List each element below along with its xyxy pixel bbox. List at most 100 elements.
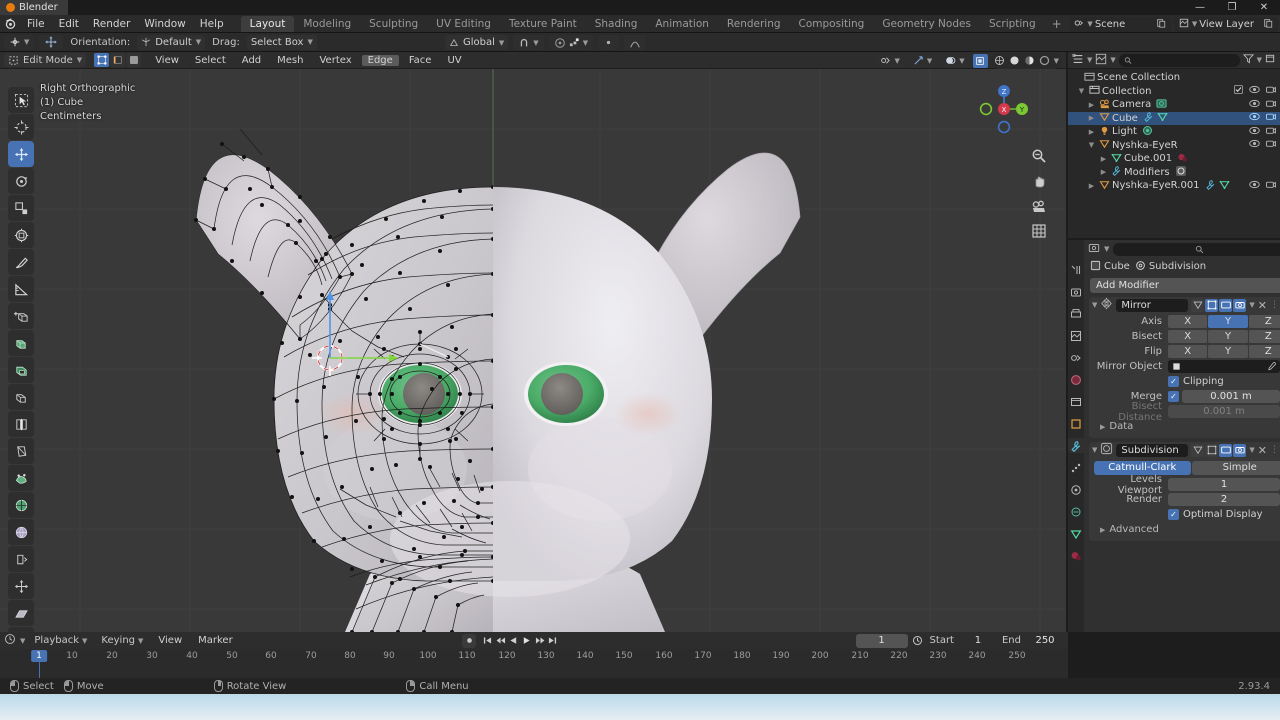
orientation-dropdown[interactable]: Default ▼ (137, 34, 206, 50)
tab-collection[interactable] (1068, 394, 1084, 409)
subdivision-on-cage-toggle[interactable] (1191, 443, 1205, 457)
move-tool-button[interactable] (8, 141, 34, 167)
mirror-clipping-checkbox[interactable]: ✓ (1168, 376, 1179, 387)
menu-window[interactable]: Window (137, 15, 192, 33)
playback-dropdown[interactable]: Playback ▼ (29, 634, 92, 648)
subdivision-delete-icon[interactable]: ✕ (1258, 444, 1267, 457)
overlays-toggle-button[interactable]: ▼ (940, 53, 970, 68)
maximize-button[interactable]: ❐ (1216, 0, 1248, 15)
edge-select-mode-button[interactable] (110, 53, 126, 67)
tab-constraints[interactable] (1068, 504, 1084, 519)
shrink-fatten-tool-button[interactable] (8, 573, 34, 599)
workspace-tab-geometry-nodes[interactable]: Geometry Nodes (873, 16, 980, 32)
menu-render[interactable]: Render (86, 15, 137, 33)
modifiers-disclosure-triangle[interactable]: ▶ (1098, 168, 1109, 176)
nyshka-eyer-001-camera-icon[interactable] (1266, 180, 1276, 192)
tab-output[interactable] (1068, 306, 1084, 321)
interaction-mode-dropdown[interactable]: Edit Mode ▼ (4, 53, 87, 67)
timeline-ruler[interactable]: 10 20 30 40 50 60 70 80 90 100 110 120 1… (0, 649, 1068, 678)
loop-cut-tool-button[interactable] (8, 411, 34, 437)
tab-scene[interactable] (1068, 350, 1084, 365)
prev-keyframe-icon[interactable] (495, 634, 506, 648)
workspace-tab-shading[interactable]: Shading (586, 16, 647, 32)
mirror-modifier-header[interactable]: ▼ Mirror ▼ ✕ ⋮ (1089, 297, 1280, 313)
nyshka-eyer-camera-icon[interactable] (1266, 139, 1276, 151)
workspace-tab-rendering[interactable]: Rendering (718, 16, 790, 32)
mirror-realtime-toggle[interactable] (1219, 298, 1233, 312)
mirror-drag-handle[interactable]: ⋮⋮ (1270, 300, 1280, 310)
play-icon[interactable] (521, 634, 532, 648)
auto-keying-button[interactable] (462, 633, 476, 648)
subdivision-render-field[interactable]: 2 (1168, 493, 1280, 506)
outliner-row-nyshka-eyer[interactable]: ▼ Nyshka-EyeR (1068, 139, 1280, 153)
mirror-mod-icon[interactable] (1175, 165, 1187, 180)
falloff-curve-icon[interactable] (624, 35, 647, 50)
subdivision-modifier-header[interactable]: ▼ Subdivision ▼ ✕ ⋮ (1089, 442, 1280, 458)
outliner-row-collection[interactable]: ▼ Collection (1068, 85, 1280, 99)
mirror-modifier-name-field[interactable]: Mirror (1116, 298, 1189, 312)
workspace-tab-modeling[interactable]: Modeling (294, 16, 360, 32)
mirror-flip-z[interactable]: Z (1248, 345, 1280, 358)
material-icon[interactable] (1177, 152, 1188, 166)
filter-icon[interactable] (1242, 53, 1254, 67)
subdivision-modifier-name-field[interactable]: Subdivision (1116, 443, 1189, 457)
modifier-icon[interactable] (1143, 111, 1154, 125)
timeline-editor-type-icon[interactable] (4, 633, 16, 648)
mirror-bisect-y[interactable]: Y (1208, 330, 1248, 343)
collection-camera-icon[interactable] (1266, 85, 1276, 97)
mirror-object-field[interactable] (1168, 360, 1280, 373)
workspace-tab-uv-editing[interactable]: UV Editing (427, 16, 500, 32)
light-row-eye-icon[interactable] (1249, 126, 1260, 138)
tab-object[interactable] (1068, 416, 1084, 431)
viewport-menu-view[interactable]: View (149, 55, 185, 66)
cursor-tool-button[interactable] (8, 114, 34, 140)
properties-search-input[interactable] (1113, 242, 1280, 256)
scale-tool-button[interactable] (8, 195, 34, 221)
wireframe-shading-button[interactable] (992, 54, 1007, 68)
vertex-select-mode-button[interactable] (94, 53, 110, 67)
measure-tool-button[interactable] (8, 276, 34, 302)
tweak-tool-button[interactable] (8, 87, 34, 113)
shear-tool-button[interactable] (8, 600, 34, 626)
outliner-editor-type-icon[interactable] (1072, 53, 1084, 68)
workspace-tab-scripting[interactable]: Scripting (980, 16, 1045, 32)
nyshka-eyer-eye-icon[interactable] (1249, 139, 1260, 151)
window-tab[interactable]: Blender (0, 0, 68, 15)
outliner-search-input[interactable] (1118, 53, 1240, 67)
subdivision-expand-triangle[interactable]: ▼ (1092, 446, 1097, 454)
current-frame-field[interactable]: 1 (855, 633, 908, 648)
workspace-tab-compositing[interactable]: Compositing (790, 16, 874, 32)
mirror-edit-mode-toggle[interactable] (1205, 298, 1219, 312)
tab-view-layer[interactable] (1068, 328, 1084, 343)
subdivision-edit-mode-toggle[interactable] (1205, 443, 1219, 457)
light-row-camera-icon[interactable] (1266, 126, 1276, 138)
outliner-row-camera[interactable]: ▶ Camera (1068, 98, 1280, 112)
workspace-tab-texture-paint[interactable]: Texture Paint (500, 16, 586, 32)
add-modifier-button[interactable]: Add Modifier ▼ (1090, 278, 1280, 293)
mirror-object-eyedropper-icon[interactable] (1267, 362, 1276, 371)
outliner-row-nyshka-eyer-001[interactable]: ▶ Nyshka-EyeR.001 (1068, 179, 1280, 193)
grid-icon[interactable] (1030, 222, 1048, 240)
add-workspace-button[interactable]: + (1045, 17, 1069, 31)
timeline-menu-marker[interactable]: Marker (192, 635, 239, 646)
rip-region-tool-button[interactable] (8, 627, 34, 632)
nyshka-eyer-001-mesh-data-icon[interactable] (1219, 179, 1230, 193)
subdivision-levels-viewport-field[interactable]: 1 (1168, 478, 1280, 491)
outliner-row-cube[interactable]: ▶ Cube (1068, 111, 1280, 125)
outliner-row-modifiers[interactable]: ▶ Modifiers (1068, 165, 1280, 180)
rotate-tool-button[interactable] (8, 168, 34, 194)
tab-material[interactable] (1068, 548, 1084, 563)
drag-dropdown[interactable]: Select Box ▼ (246, 34, 317, 50)
outliner-row-light[interactable]: ▶ Light (1068, 125, 1280, 139)
mirror-axis-x[interactable]: X (1168, 315, 1208, 328)
tab-world[interactable] (1068, 372, 1084, 387)
material-preview-shading-button[interactable] (1022, 54, 1037, 68)
camera-disclosure-triangle[interactable]: ▶ (1086, 101, 1097, 109)
jump-start-icon[interactable] (482, 634, 493, 648)
camera-data-icon[interactable] (1156, 98, 1167, 112)
jump-end-icon[interactable] (547, 634, 558, 648)
solid-shading-button[interactable] (1007, 54, 1022, 68)
mirror-render-toggle[interactable] (1233, 298, 1247, 312)
cube-row-eye-icon[interactable] (1249, 112, 1260, 124)
use-preview-range-icon[interactable] (910, 635, 926, 646)
